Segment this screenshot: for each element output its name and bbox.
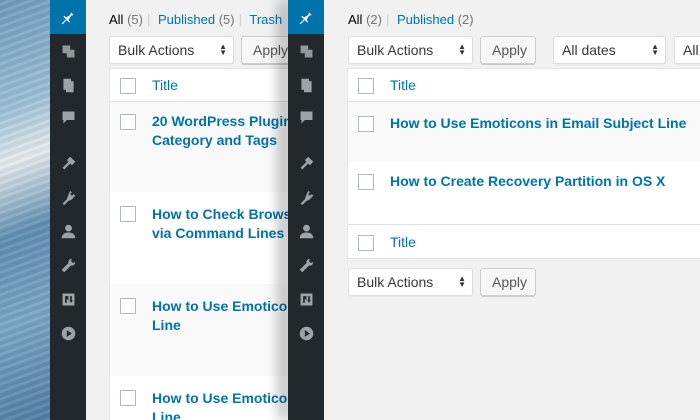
table-header: Title [110, 69, 300, 102]
view-filters: All (2) | Published (2) [348, 12, 474, 27]
admin-sidebar-back [50, 0, 86, 420]
select-all-checkbox-footer[interactable] [358, 235, 374, 251]
plugins-icon[interactable] [50, 180, 86, 214]
table-row: 20 WordPress Plugins Category and Tags [110, 102, 300, 192]
view-all[interactable]: All [109, 12, 123, 27]
post-title-link[interactable]: How to Check Brows via Command Lines [152, 205, 291, 243]
media-icon[interactable] [50, 34, 86, 68]
table-row: How to Use Emoticons in Email Subject Li… [348, 102, 700, 162]
bulk-actions-select[interactable]: Bulk Actions ▲ ▼ [109, 36, 234, 64]
comments-icon[interactable] [50, 100, 86, 134]
media-icon[interactable] [288, 34, 324, 68]
select-arrows-icon: ▲ ▼ [651, 42, 659, 57]
post-title-link[interactable]: How to Use Emoticon Line [152, 389, 296, 420]
posts-panel-front: All (2) | Published (2) Bulk Actions ▲ ▼ A… [324, 0, 700, 420]
settings-icon[interactable] [288, 282, 324, 316]
pages-icon[interactable] [288, 68, 324, 102]
apply-button[interactable]: Apply [480, 36, 536, 64]
column-title[interactable]: Title [390, 76, 416, 95]
table-row: How to Check Brows via Command Lines [110, 192, 300, 284]
tools-icon[interactable] [288, 248, 324, 282]
apply-button-bottom[interactable]: Apply [480, 268, 536, 296]
play-icon[interactable] [50, 316, 86, 350]
view-published[interactable]: Published [158, 12, 215, 27]
pin-icon[interactable] [288, 0, 324, 34]
comments-icon[interactable] [288, 100, 324, 134]
categories-filter-select[interactable]: All [674, 36, 700, 64]
posts-table: Title How to Use Emoticons in Email Subj… [347, 68, 700, 259]
tools-icon[interactable] [50, 248, 86, 282]
users-icon[interactable] [288, 214, 324, 248]
bulk-actions-select-bottom[interactable]: Bulk Actions ▲ ▼ [348, 268, 473, 296]
background-photo [0, 0, 50, 420]
view-published[interactable]: Published [397, 12, 454, 27]
view-trash[interactable]: Trash [249, 12, 282, 27]
row-checkbox[interactable] [358, 174, 374, 190]
column-title-footer[interactable]: Title [390, 233, 416, 252]
table-row: How to Use Emoticon Line [110, 376, 300, 420]
row-checkbox[interactable] [120, 206, 136, 222]
users-icon[interactable] [50, 214, 86, 248]
table-footer: Title [348, 224, 700, 258]
post-title-link[interactable]: How to Create Recovery Partition in OS X [390, 172, 665, 191]
select-arrows-icon: ▲ ▼ [219, 42, 227, 57]
pages-icon[interactable] [50, 68, 86, 102]
select-all-checkbox[interactable] [358, 78, 374, 94]
pin-icon[interactable] [50, 0, 86, 34]
posts-panel-back: All (5) | Published (5) | Trash Bulk Actio… [86, 0, 300, 420]
appearance-icon[interactable] [288, 146, 324, 180]
posts-table: Title 20 WordPress Plugins Category and T… [109, 68, 300, 420]
row-checkbox[interactable] [358, 116, 374, 132]
row-checkbox[interactable] [120, 298, 136, 314]
settings-icon[interactable] [50, 282, 86, 316]
select-arrows-icon: ▲ ▼ [458, 42, 466, 57]
appearance-icon[interactable] [50, 146, 86, 180]
dates-filter-select[interactable]: All dates ▲ ▼ [553, 36, 666, 64]
post-title-link[interactable]: 20 WordPress Plugins Category and Tags [152, 112, 300, 150]
column-title[interactable]: Title [152, 76, 178, 95]
plugins-icon[interactable] [288, 180, 324, 214]
view-filters: All (5) | Published (5) | Trash [109, 12, 283, 27]
table-row: How to Use Emoticon Line [110, 284, 300, 376]
row-checkbox[interactable] [120, 114, 136, 130]
bulk-actions-select[interactable]: Bulk Actions ▲ ▼ [348, 36, 473, 64]
table-row: How to Create Recovery Partition in OS X [348, 162, 700, 224]
admin-sidebar-front [288, 0, 324, 420]
post-title-link[interactable]: How to Use Emoticons in Email Subject Li… [390, 114, 686, 133]
row-checkbox[interactable] [120, 390, 136, 406]
post-title-link[interactable]: How to Use Emoticon Line [152, 297, 296, 335]
play-icon[interactable] [288, 316, 324, 350]
view-all[interactable]: All [348, 12, 362, 27]
select-arrows-icon: ▲ ▼ [458, 274, 466, 289]
select-all-checkbox[interactable] [120, 78, 136, 94]
table-header: Title [348, 69, 700, 102]
